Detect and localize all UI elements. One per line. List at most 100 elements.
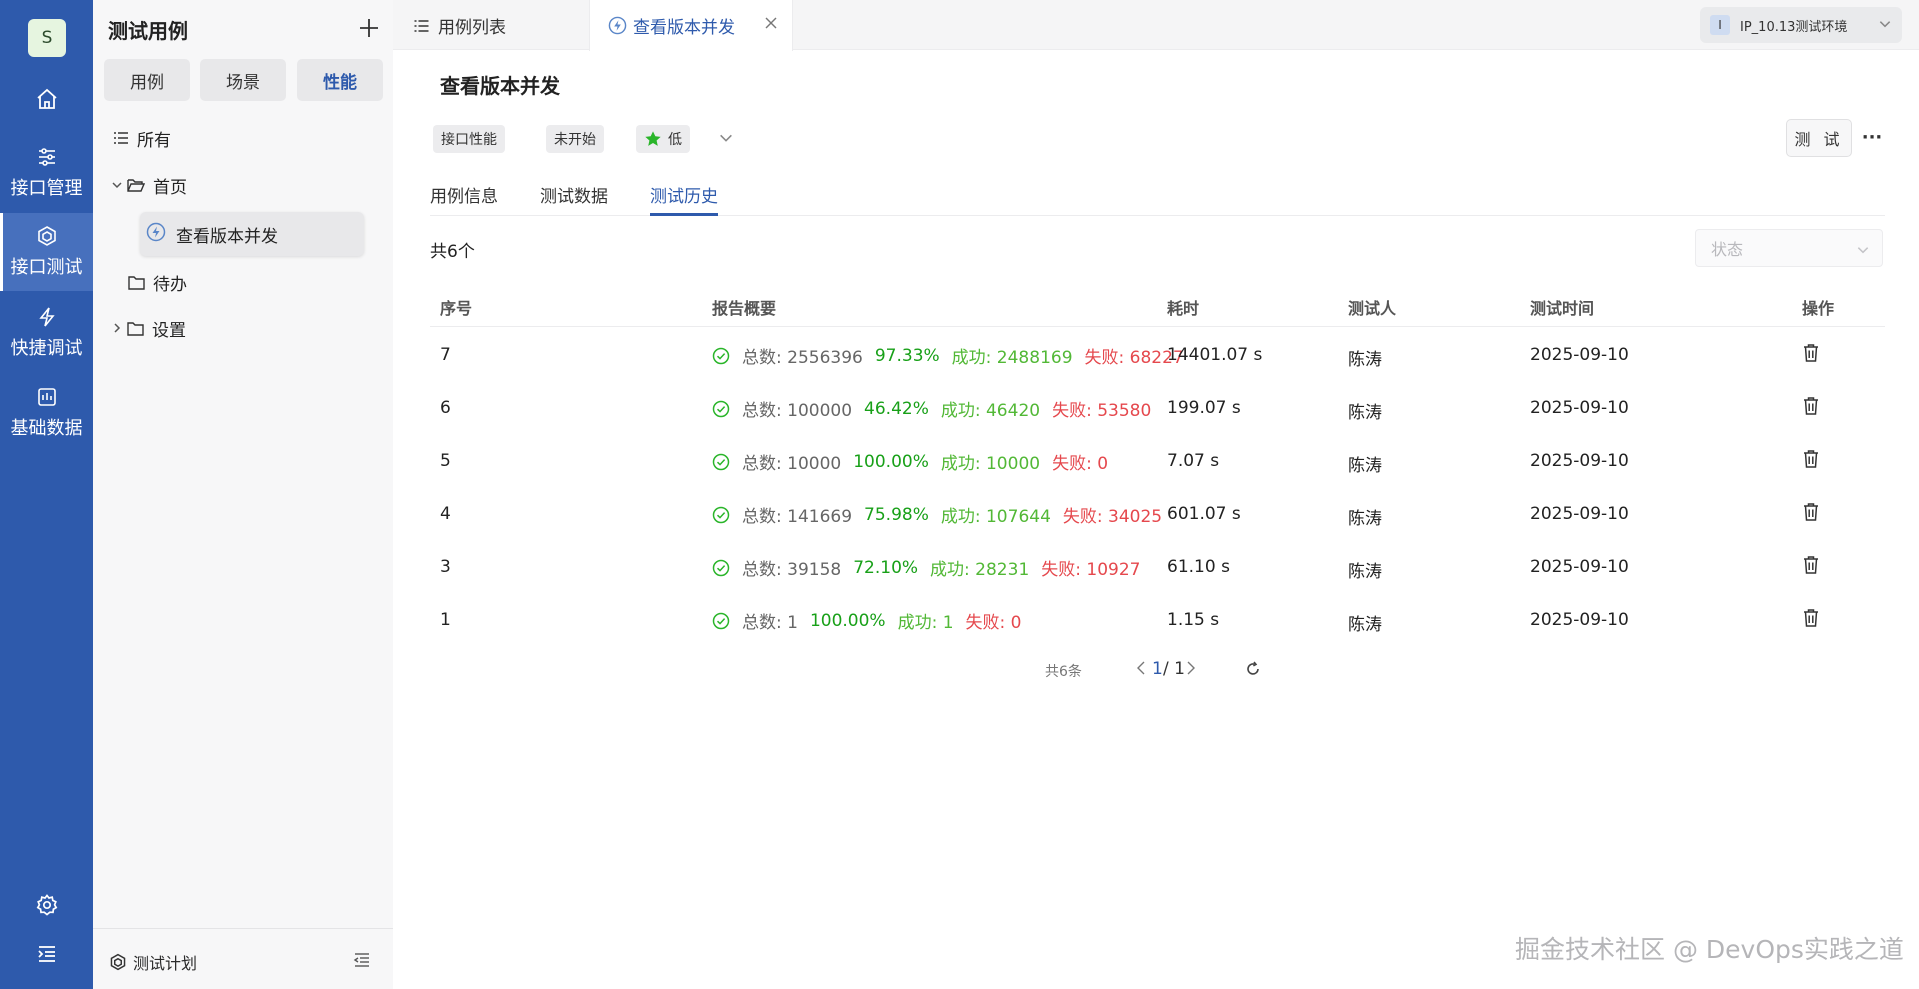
tree-item-settings[interactable]: 设置 <box>111 308 186 348</box>
table-row[interactable]: 1 总数: 1 100.00% 成功: 1 失败: 0 1.15 s 陈涛 2025-09-1… <box>430 594 1885 647</box>
table-row[interactable]: 4 总数: 141669 75.98% 成功: 107644 失败: 34025 601.… <box>430 488 1885 541</box>
check-circle-icon <box>712 506 730 523</box>
table-row[interactable]: 7 总数: 2556396 97.33% 成功: 2488169 失败: 68227 14… <box>430 329 1885 382</box>
rail-item-quick-debug[interactable]: 快捷调试 <box>0 294 93 372</box>
col-header-index: 序号 <box>440 299 473 318</box>
add-case-button[interactable] <box>355 14 383 42</box>
tab-case-list[interactable]: 用例列表 <box>413 13 506 38</box>
collapse-panel-button[interactable] <box>353 951 371 974</box>
avatar[interactable]: S <box>28 19 66 57</box>
cell-duration: 601.07 s <box>1167 504 1241 524</box>
cell-test-time: 2025-09-10 <box>1530 345 1629 365</box>
segment-performance[interactable]: 性能 <box>297 59 383 101</box>
summary-rate: 100.00% <box>853 451 929 472</box>
more-icon: ··· <box>1861 126 1883 148</box>
tree-item-all[interactable]: 所有 <box>113 118 171 158</box>
table-row[interactable]: 6 总数: 100000 46.42% 成功: 46420 失败: 53580 199.0… <box>430 382 1885 435</box>
summary-total: 总数: 141669 <box>742 507 853 527</box>
subtab-test-history[interactable]: 测试历史 <box>650 182 718 216</box>
type-tag[interactable]: 接口性能 <box>433 125 505 153</box>
cell-summary[interactable]: 总数: 39158 72.10% 成功: 28231 失败: 10927 <box>712 555 1140 580</box>
subtab-test-data[interactable]: 测试数据 <box>540 182 608 207</box>
expand-menu-button[interactable] <box>0 936 93 972</box>
left-rail: S 接口管理 接口测试 快捷调试 基础数据 <box>0 0 93 989</box>
cell-test-time: 2025-09-10 <box>1530 557 1629 577</box>
pager-refresh-button[interactable] <box>1245 661 1261 681</box>
cell-summary[interactable]: 总数: 141669 75.98% 成功: 107644 失败: 34025 <box>712 502 1162 527</box>
tree-item-todo[interactable]: 待办 <box>128 262 187 302</box>
rail-item-api-manage[interactable]: 接口管理 <box>0 134 93 212</box>
list-icon <box>414 19 429 32</box>
delete-button[interactable] <box>1802 396 1820 421</box>
case-tree-panel: 测试用例 用例 场景 性能 所有 首页 查看版本并发 待办 设置 测试计划 <box>93 0 393 989</box>
trash-icon <box>1804 503 1818 521</box>
tag-label: 低 <box>668 132 682 148</box>
rail-item-api-test[interactable]: 接口测试 <box>0 213 93 291</box>
tab-current-case[interactable]: 查看版本并发 <box>589 0 793 51</box>
priority-dropdown[interactable] <box>718 130 734 151</box>
rail-item-label: 快捷调试 <box>10 338 83 359</box>
sliders-icon <box>38 148 55 166</box>
chevron-down-icon <box>1878 17 1892 35</box>
cell-duration: 7.07 s <box>1167 451 1220 471</box>
chevron-down-icon <box>111 179 123 191</box>
delete-button[interactable] <box>1802 502 1820 527</box>
delete-button[interactable] <box>1802 555 1820 580</box>
summary-success: 成功: 2488169 <box>951 348 1073 368</box>
settings-button[interactable] <box>0 887 93 923</box>
delete-button[interactable] <box>1802 343 1820 368</box>
rail-item-base-data[interactable]: 基础数据 <box>0 374 93 452</box>
tree-item-label: 待办 <box>153 274 187 295</box>
delete-button[interactable] <box>1802 449 1820 474</box>
more-menu-button[interactable]: ··· <box>1861 125 1883 149</box>
chevron-right-icon <box>1187 661 1195 675</box>
pager-current-page[interactable]: 1 <box>1152 659 1163 679</box>
tree-item-case-selected[interactable]: 查看版本并发 <box>140 212 364 256</box>
table-row[interactable]: 5 总数: 10000 100.00% 成功: 10000 失败: 0 7.07 s 陈涛 2… <box>430 435 1885 488</box>
col-header-duration: 耗时 <box>1167 299 1200 318</box>
summary-total: 总数: 2556396 <box>742 348 863 368</box>
cell-summary[interactable]: 总数: 10000 100.00% 成功: 10000 失败: 0 <box>712 449 1108 474</box>
summary-rate: 97.33% <box>874 345 940 366</box>
cell-tester: 陈涛 <box>1348 456 1382 476</box>
delete-button[interactable] <box>1802 608 1820 633</box>
environment-select[interactable]: I IP_10.13测试环境 <box>1700 7 1902 43</box>
check-circle-icon <box>712 400 730 417</box>
chevron-right-icon <box>111 322 123 334</box>
status-tag[interactable]: 未开始 <box>546 125 604 153</box>
test-plan-link[interactable]: 测试计划 <box>109 950 197 974</box>
col-header-tester: 测试人 <box>1348 299 1397 318</box>
hexagon-cube-icon <box>37 226 56 246</box>
summary-success: 成功: 46420 <box>940 401 1041 421</box>
menu-expand-icon <box>37 946 55 962</box>
tab-label: 用例列表 <box>438 18 506 38</box>
trash-icon <box>1804 344 1818 362</box>
cell-summary[interactable]: 总数: 2556396 97.33% 成功: 2488169 失败: 68227 <box>712 343 1184 368</box>
cell-duration: 61.10 s <box>1167 557 1230 577</box>
segment-cases[interactable]: 用例 <box>104 59 190 101</box>
col-header-actions: 操作 <box>1802 299 1835 318</box>
status-placeholder: 状态 <box>1711 240 1744 259</box>
pager-prev-button[interactable] <box>1135 660 1147 680</box>
priority-tag[interactable]: 低 <box>636 125 690 153</box>
close-tab-button[interactable] <box>764 15 778 35</box>
status-filter-select[interactable]: 状态 <box>1695 229 1883 267</box>
lightning-icon <box>38 307 55 327</box>
hexagon-cube-icon <box>110 953 126 971</box>
panel-title: 测试用例 <box>108 19 188 43</box>
summary-fail: 失败: 0 <box>1052 454 1109 474</box>
tree-item-label: 所有 <box>137 130 171 151</box>
subtab-case-info[interactable]: 用例信息 <box>430 182 498 207</box>
table-row[interactable]: 3 总数: 39158 72.10% 成功: 28231 失败: 10927 61.10 … <box>430 541 1885 594</box>
chevron-left-icon <box>1137 661 1145 675</box>
rail-home-button[interactable] <box>0 78 93 120</box>
pager-next-button[interactable] <box>1185 660 1197 680</box>
env-badge: I <box>1710 15 1730 35</box>
cell-index: 7 <box>440 345 451 365</box>
segment-scenes[interactable]: 场景 <box>200 59 286 101</box>
tree-item-home[interactable]: 首页 <box>111 165 187 205</box>
cell-summary[interactable]: 总数: 1 100.00% 成功: 1 失败: 0 <box>712 608 1022 633</box>
tag-label: 未开始 <box>554 132 596 148</box>
run-test-button[interactable]: 测 试 <box>1786 119 1852 157</box>
cell-summary[interactable]: 总数: 100000 46.42% 成功: 46420 失败: 53580 <box>712 396 1151 421</box>
